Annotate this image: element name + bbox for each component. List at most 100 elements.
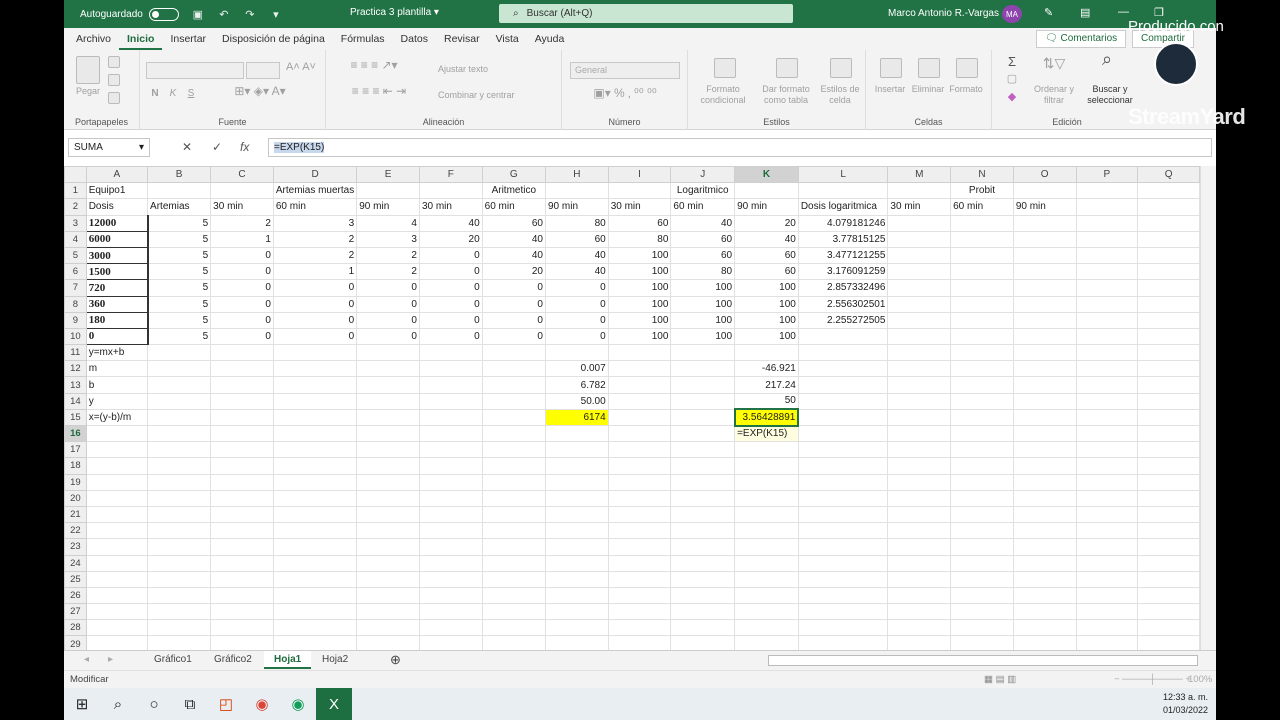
cell-l5[interactable]: 3.477121255: [797, 246, 889, 265]
cell-b8[interactable]: 5: [147, 295, 212, 313]
cell-d6[interactable]: 1: [272, 263, 358, 281]
row-header[interactable]: 15: [64, 408, 87, 427]
cell-k19[interactable]: [734, 473, 799, 491]
cell-b9[interactable]: 5: [147, 311, 212, 329]
cell-b17[interactable]: [147, 441, 212, 459]
cell-l17[interactable]: [797, 441, 889, 459]
cell-p9[interactable]: [1075, 311, 1139, 329]
horizontal-scrollbar[interactable]: [768, 655, 1198, 666]
cell-p27[interactable]: [1075, 603, 1139, 621]
cell-f23[interactable]: [418, 538, 483, 556]
cell-k7[interactable]: 100: [734, 279, 799, 297]
cell-n12[interactable]: [950, 360, 1014, 378]
italic-button[interactable]: K: [168, 88, 178, 99]
cell-e13[interactable]: [356, 376, 420, 394]
cell-g28[interactable]: [481, 619, 546, 637]
cell-o19[interactable]: [1012, 473, 1077, 491]
cell-o23[interactable]: [1012, 538, 1077, 556]
cell-l4[interactable]: 3.77815125: [797, 230, 889, 248]
cell-m27[interactable]: [887, 603, 952, 621]
tab-formulas[interactable]: Fórmulas: [333, 28, 393, 50]
cell-p4[interactable]: [1075, 230, 1139, 248]
cell-e15[interactable]: [356, 408, 420, 427]
cell-c25[interactable]: [210, 570, 274, 588]
cell-j25[interactable]: [670, 570, 736, 588]
cell-k16[interactable]: =EXP(K15): [734, 424, 799, 443]
cell-a5[interactable]: 3000: [85, 246, 149, 265]
search-box[interactable]: ⌕ Buscar (Alt+Q): [499, 4, 793, 23]
cell-l11[interactable]: [797, 344, 889, 362]
cell-j23[interactable]: [670, 538, 736, 556]
font-grow-icon[interactable]: A˄ A˅: [286, 62, 316, 73]
row-header[interactable]: 10: [64, 327, 87, 346]
column-header-g[interactable]: G: [481, 166, 546, 184]
cell-j18[interactable]: [670, 457, 736, 475]
cell-o29[interactable]: [1012, 635, 1077, 650]
zoom-level[interactable]: 100%: [1188, 674, 1212, 685]
cell-a29[interactable]: [85, 635, 149, 650]
cell-l2[interactable]: Dosis logaritmica: [797, 198, 889, 216]
row-header[interactable]: 24: [64, 554, 87, 572]
cell-f15[interactable]: [418, 408, 483, 427]
cell-e3[interactable]: 4: [356, 214, 420, 232]
cell-i3[interactable]: 60: [607, 214, 672, 232]
cell-j6[interactable]: 80: [670, 263, 736, 281]
system-clock[interactable]: 12:33 a. m. 01/03/2022: [1163, 691, 1208, 717]
cell-e14[interactable]: [356, 392, 420, 410]
cell-h15[interactable]: 6174: [544, 408, 609, 427]
cell-c4[interactable]: 1: [210, 230, 274, 248]
cell-i4[interactable]: 80: [607, 230, 672, 248]
cell-l23[interactable]: [797, 538, 889, 556]
insert-cells-icon[interactable]: [880, 58, 902, 78]
cell-n26[interactable]: [950, 586, 1014, 605]
cell-d14[interactable]: [272, 392, 358, 410]
cell-e27[interactable]: [356, 603, 420, 621]
cell-l28[interactable]: [797, 619, 889, 637]
cell-i5[interactable]: 100: [607, 246, 672, 265]
cell-j8[interactable]: 100: [670, 295, 736, 313]
cell-f14[interactable]: [418, 392, 483, 410]
cell-k9[interactable]: 100: [734, 311, 799, 329]
cell-k26[interactable]: [734, 586, 799, 605]
column-header-a[interactable]: A: [85, 166, 149, 184]
cell-h2[interactable]: 90 min: [544, 198, 609, 216]
column-header-o[interactable]: O: [1012, 166, 1077, 184]
conditional-format-button[interactable]: Formato condicional: [692, 84, 754, 106]
cell-j13[interactable]: [670, 376, 736, 394]
cell-h27[interactable]: [544, 603, 609, 621]
cell-m5[interactable]: [887, 246, 952, 265]
cell-p13[interactable]: [1075, 376, 1139, 394]
sheet-tab[interactable]: Gráfico1: [144, 651, 202, 669]
cell-g25[interactable]: [481, 570, 546, 588]
insert-function-icon[interactable]: fx: [240, 140, 249, 154]
column-header-b[interactable]: B: [147, 166, 212, 184]
cell-a15[interactable]: x=(y-b)/m: [85, 408, 149, 427]
cell-m21[interactable]: [887, 505, 952, 524]
cell-k14[interactable]: 50: [734, 392, 799, 410]
cell-i10[interactable]: 100: [607, 327, 672, 346]
cell-d22[interactable]: [272, 522, 358, 540]
cell-o14[interactable]: [1012, 392, 1077, 410]
cell-k18[interactable]: [734, 457, 799, 475]
cell-g5[interactable]: 40: [481, 246, 546, 265]
cell-b26[interactable]: [147, 586, 212, 605]
cortana-icon[interactable]: ○: [136, 688, 172, 720]
cell-q16[interactable]: [1137, 424, 1200, 443]
row-header[interactable]: 12: [64, 360, 87, 378]
cell-n3[interactable]: [950, 214, 1014, 232]
cell-e26[interactable]: [356, 586, 420, 605]
cell-j29[interactable]: [670, 635, 736, 650]
cell-styles-button[interactable]: Estilos de celda: [818, 84, 862, 106]
conditional-format-icon[interactable]: [714, 58, 736, 78]
cell-j22[interactable]: [670, 522, 736, 540]
border-fill-color-icons[interactable]: ⊞▾ ◈▾ A▾: [210, 85, 310, 97]
underline-button[interactable]: S: [186, 88, 196, 99]
cell-m8[interactable]: [887, 295, 952, 313]
cell-p18[interactable]: [1075, 457, 1139, 475]
cell-k22[interactable]: [734, 522, 799, 540]
cell-h9[interactable]: 0: [544, 311, 609, 329]
cell-m12[interactable]: [887, 360, 952, 378]
avatar[interactable]: MA: [1002, 5, 1022, 23]
cell-a18[interactable]: [85, 457, 149, 475]
cell-l12[interactable]: [797, 360, 889, 378]
